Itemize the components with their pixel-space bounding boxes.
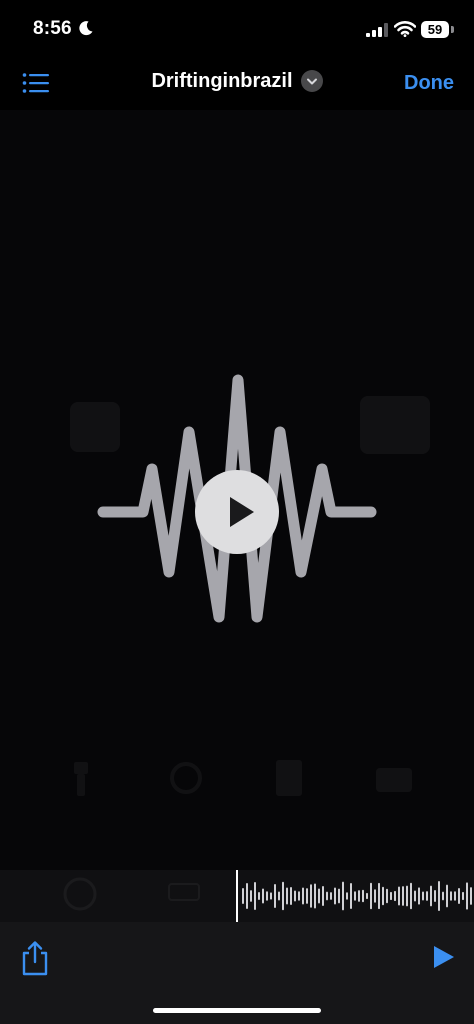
waveform-bar	[314, 883, 316, 909]
waveform-bar	[274, 883, 276, 909]
title-menu[interactable]: Driftinginbrazil	[0, 69, 474, 93]
waveform-bar	[438, 881, 440, 911]
waveform-bar	[362, 889, 364, 903]
waveform-bar	[402, 886, 404, 906]
waveform-bar	[378, 882, 380, 910]
play-icon	[230, 497, 254, 527]
waveform-bar	[390, 891, 392, 901]
waveform-bar	[338, 888, 340, 904]
ghost-timer-icon	[170, 762, 202, 794]
waveform-bar	[374, 889, 376, 903]
waveform-bar	[430, 885, 432, 907]
waveform-bar	[298, 891, 300, 901]
waveform-bar	[294, 890, 296, 902]
waveform-bar	[470, 887, 472, 905]
ghost-calculator-icon	[276, 760, 302, 796]
waveform-bar	[350, 883, 352, 909]
ghost-circle	[63, 877, 97, 911]
waveform-bar	[406, 885, 408, 907]
waveform-bar	[410, 882, 412, 910]
waveform-bar	[394, 890, 396, 902]
waveform-bar	[310, 884, 312, 908]
waveform-bar	[286, 887, 288, 905]
waveform-bar	[386, 888, 388, 904]
waveform-bar	[278, 891, 280, 901]
waveform-bar	[322, 885, 324, 907]
waveform-bar	[422, 891, 424, 901]
waveform-bar	[370, 882, 372, 910]
waveform-bar	[242, 888, 244, 904]
waveform-bar	[450, 891, 452, 901]
playhead-cursor[interactable]	[236, 870, 238, 922]
waveform-bar	[246, 882, 248, 910]
waveform-bar	[306, 888, 308, 904]
waveform-bar	[454, 891, 456, 901]
status-bar: 8:56 59	[0, 0, 474, 58]
waveform-bar	[354, 891, 356, 901]
waveform-bar	[334, 887, 336, 905]
waveform-bar	[250, 890, 252, 902]
waveform-bar	[366, 892, 368, 900]
battery-level: 59	[427, 22, 443, 37]
audio-scrubber[interactable]	[0, 870, 474, 922]
waveform-bar	[266, 891, 268, 901]
page-title: Driftinginbrazil	[151, 70, 293, 92]
waveform-bar	[462, 891, 464, 901]
waveform-bar	[326, 891, 328, 901]
waveform-bar	[446, 884, 448, 908]
wifi-icon	[394, 21, 416, 37]
waveform-bar	[398, 886, 400, 906]
battery-icon: 59	[421, 21, 455, 39]
waveform-bar	[290, 886, 292, 906]
waveform-bar	[258, 891, 260, 901]
play-button[interactable]	[434, 946, 454, 968]
play-overlay-button[interactable]	[195, 470, 279, 554]
ghost-battery	[168, 883, 200, 901]
waveform-bar	[270, 892, 272, 900]
waveform-bar	[466, 882, 468, 910]
waveform-bar	[358, 890, 360, 902]
moon-icon	[79, 21, 93, 36]
nav-bar: Driftinginbrazil Done	[0, 58, 474, 110]
waveform-bar	[302, 887, 304, 905]
share-icon[interactable]	[20, 940, 50, 976]
waveform-bar	[330, 892, 332, 900]
home-indicator	[153, 1008, 321, 1013]
waveform-bar	[426, 891, 428, 901]
waveform-bar	[282, 881, 284, 911]
waveform-bar	[434, 890, 436, 902]
done-button[interactable]: Done	[404, 72, 454, 95]
waveform-bar	[318, 888, 320, 904]
waveform-bar	[414, 890, 416, 902]
waveform-bar	[342, 881, 344, 911]
status-time: 8:56	[33, 18, 72, 39]
chevron-down-icon[interactable]	[300, 69, 323, 92]
cellular-signal-icon	[366, 23, 388, 37]
waveform-bar	[254, 881, 256, 911]
ghost-camera-icon	[376, 768, 412, 792]
ghost-flashlight-icon	[74, 762, 88, 796]
waveform-bar	[418, 887, 420, 905]
waveform-bar	[382, 886, 384, 906]
audio-waveform	[242, 881, 472, 911]
waveform-bar	[458, 888, 460, 904]
battery-tip	[451, 26, 454, 33]
waveform-bar	[262, 888, 264, 904]
waveform-bar	[442, 891, 444, 901]
waveform-bar	[346, 892, 348, 900]
